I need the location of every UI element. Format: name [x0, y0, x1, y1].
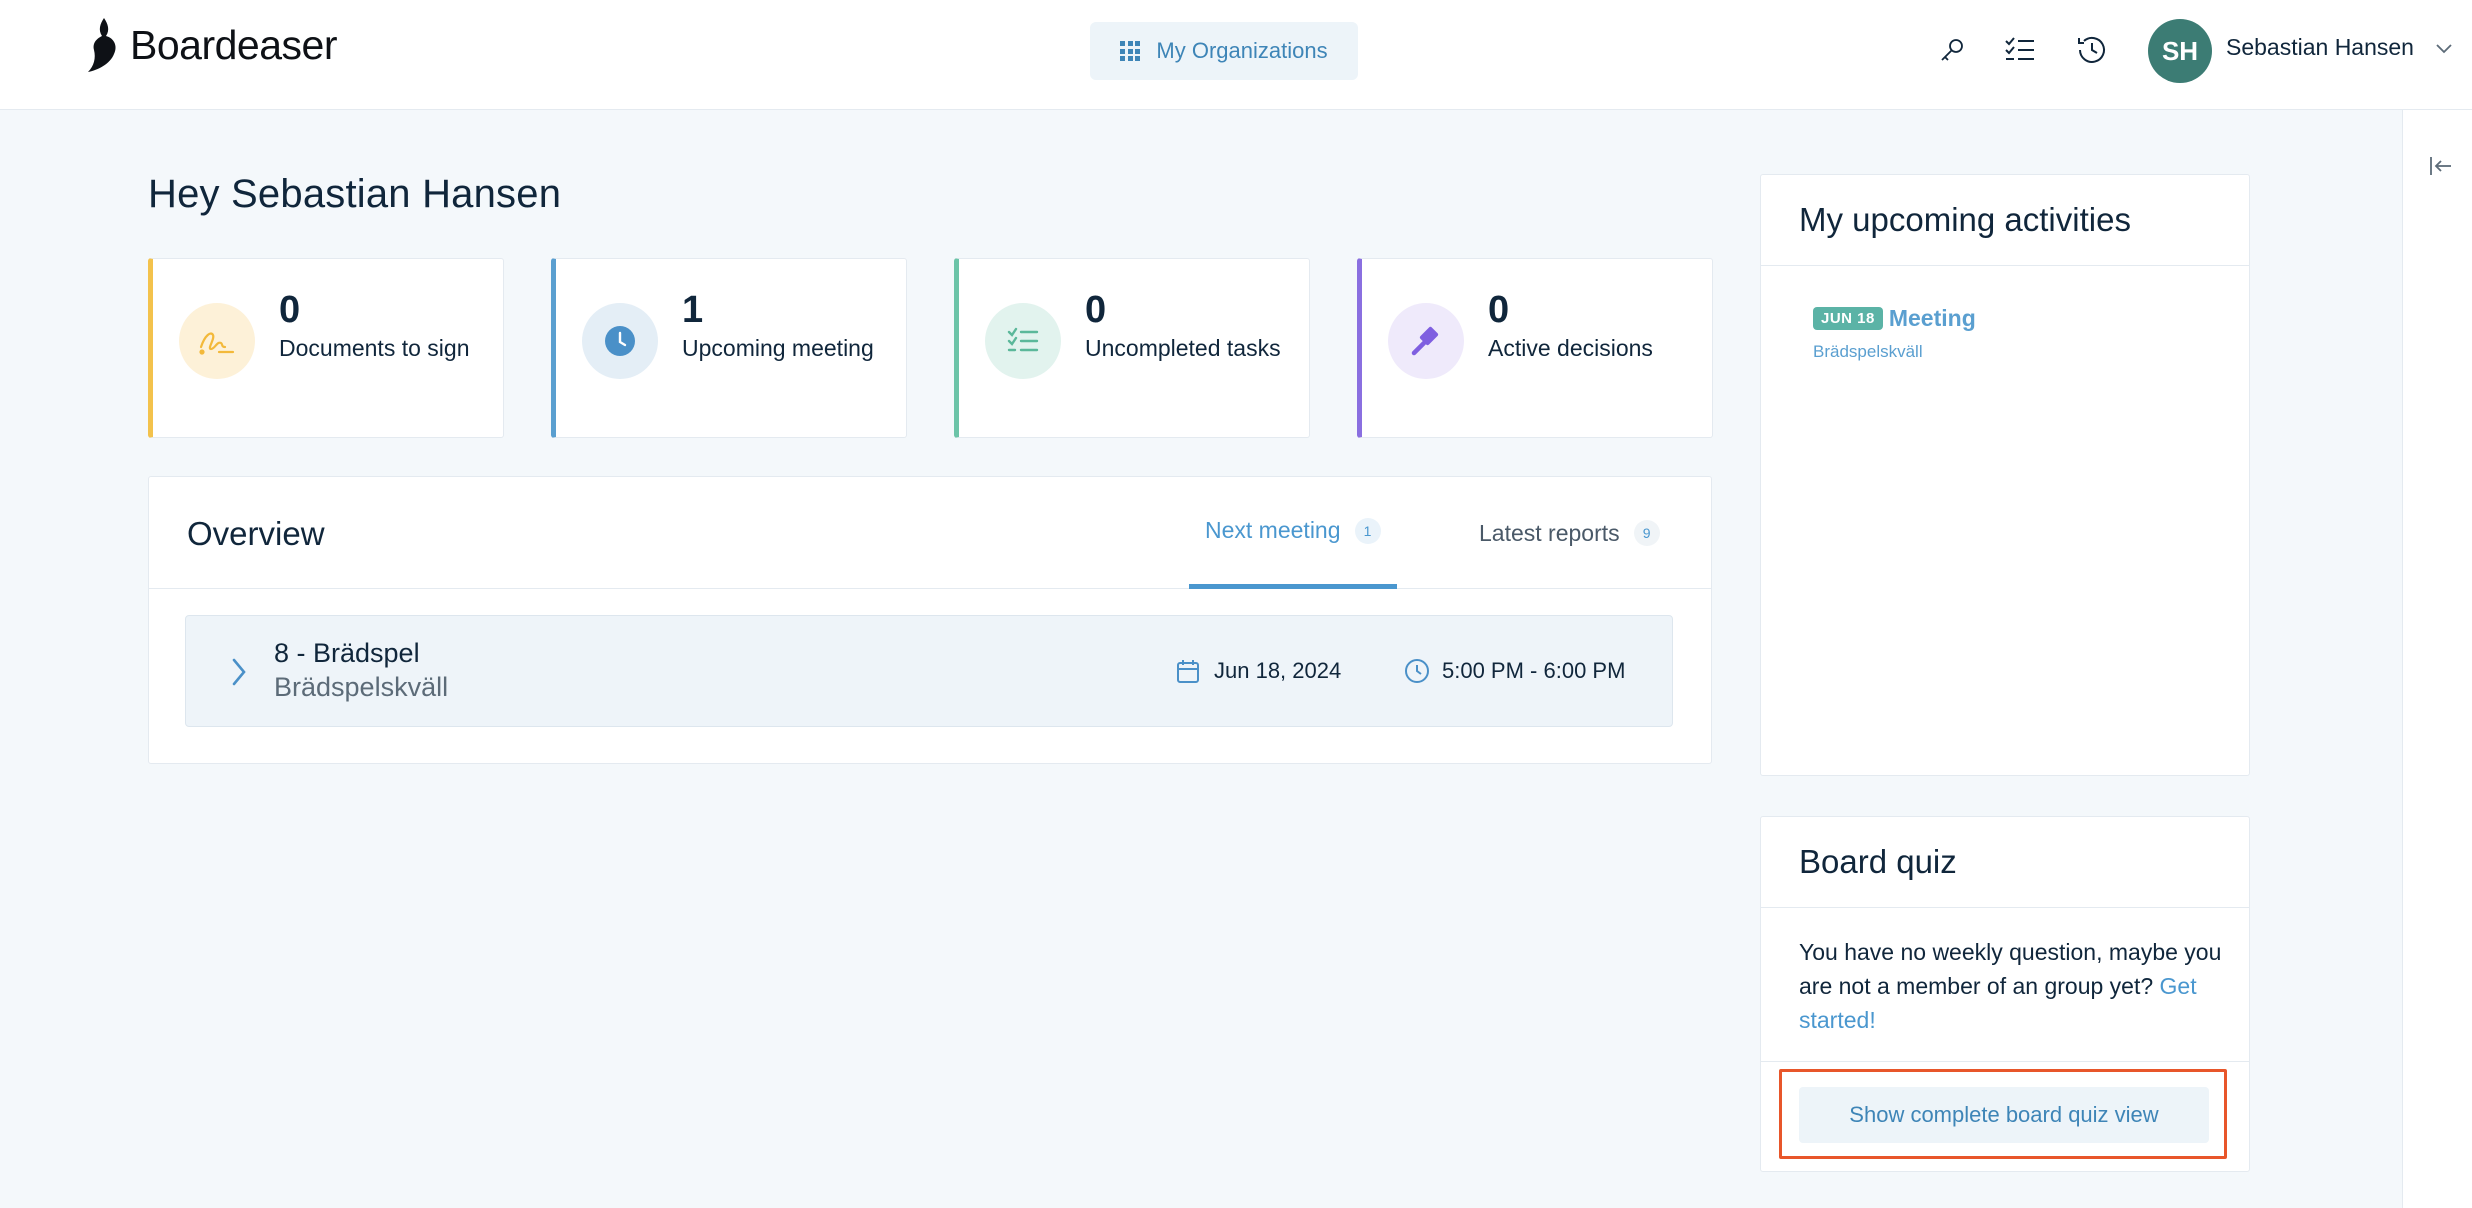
- tab-next-meeting[interactable]: Next meeting 1: [1189, 477, 1397, 589]
- calendar-icon: [1177, 660, 1199, 683]
- stat-label: Documents to sign: [279, 335, 470, 361]
- task-list-icon: [985, 303, 1061, 379]
- quiz-message: You have no weekly question, maybe you a…: [1799, 935, 2229, 1037]
- tab-label: Latest reports: [1479, 519, 1620, 546]
- meeting-date: Jun 18, 2024: [1214, 658, 1342, 683]
- stat-card-documents[interactable]: 0 Documents to sign: [148, 258, 504, 438]
- meeting-row[interactable]: 8 - Brädspel Brädspelskväll Jun 18, 2024…: [185, 615, 1673, 727]
- chevron-down-icon[interactable]: [2432, 36, 2456, 60]
- user-name[interactable]: Sebastian Hansen: [2226, 34, 2414, 61]
- board-quiz-panel: Board quiz You have no weekly question, …: [1760, 816, 2250, 1172]
- my-organizations-button[interactable]: My Organizations: [1090, 22, 1358, 80]
- divider: [1761, 907, 2249, 908]
- meeting-time: 5:00 PM - 6:00 PM: [1442, 658, 1626, 683]
- stat-card-meetings[interactable]: 1 Upcoming meeting: [551, 258, 907, 438]
- right-rail: [2402, 110, 2472, 1208]
- upcoming-activities-panel: My upcoming activities JUN 18 Meeting Brä…: [1760, 174, 2250, 776]
- meeting-title: 8 - Brädspel: [274, 638, 420, 668]
- tab-label: Next meeting: [1205, 517, 1341, 543]
- tab-latest-reports[interactable]: Latest reports 9: [1463, 477, 1676, 589]
- logo[interactable]: Boardeaser: [84, 18, 337, 72]
- stat-label: Active decisions: [1488, 335, 1653, 361]
- divider: [1761, 1061, 2249, 1062]
- overview-header: Overview Next meeting 1 Latest reports 9: [149, 477, 1711, 589]
- stat-value: 1: [682, 289, 704, 331]
- history-icon[interactable]: [2072, 30, 2112, 70]
- apps-grid-icon: [1120, 41, 1141, 61]
- top-bar: Boardeaser My Organizations SH Sebastian…: [0, 0, 2472, 110]
- activity-subtitle[interactable]: Brädspelskväll: [1813, 342, 1976, 362]
- activity-item[interactable]: JUN 18 Meeting Brädspelskväll: [1813, 305, 1976, 362]
- key-icon[interactable]: [1932, 30, 1972, 70]
- meeting-subtitle: Brädspelskväll: [274, 672, 449, 702]
- clock-icon: [582, 303, 658, 379]
- brand-name: Boardeaser: [130, 21, 337, 68]
- stat-label: Upcoming meeting: [682, 335, 874, 361]
- stat-label: Uncompleted tasks: [1085, 335, 1281, 361]
- stat-value: 0: [1488, 289, 1510, 331]
- quiz-text: You have no weekly question, maybe you a…: [1799, 939, 2222, 999]
- panel-title: My upcoming activities: [1799, 201, 2131, 238]
- page-title: Hey Sebastian Hansen: [148, 172, 562, 216]
- avatar[interactable]: SH: [2148, 19, 2212, 83]
- checklist-icon[interactable]: [2000, 30, 2040, 70]
- activity-title[interactable]: Meeting: [1889, 305, 1976, 332]
- overview-title: Overview: [187, 515, 325, 552]
- my-organizations-label: My Organizations: [1156, 38, 1328, 63]
- stat-value: 0: [1085, 289, 1107, 331]
- divider: [1761, 265, 2249, 266]
- date-badge: JUN 18: [1813, 307, 1883, 330]
- logo-mark-icon: [88, 18, 116, 72]
- tab-count-badge: 1: [1354, 517, 1381, 544]
- overview-card: Overview Next meeting 1 Latest reports 9…: [148, 476, 1712, 764]
- clock-icon: [1405, 659, 1429, 683]
- stat-card-decisions[interactable]: 0 Active decisions: [1357, 258, 1713, 438]
- tab-count-badge: 9: [1633, 520, 1660, 546]
- collapse-panel-icon[interactable]: [2427, 152, 2455, 180]
- show-board-quiz-button[interactable]: Show complete board quiz view: [1799, 1087, 2209, 1143]
- stat-card-tasks[interactable]: 0 Uncompleted tasks: [954, 258, 1310, 438]
- panel-title: Board quiz: [1799, 843, 1957, 880]
- stat-value: 0: [279, 289, 301, 331]
- gavel-icon: [1388, 303, 1464, 379]
- signature-icon: [179, 303, 255, 379]
- chevron-right-icon[interactable]: [228, 654, 250, 690]
